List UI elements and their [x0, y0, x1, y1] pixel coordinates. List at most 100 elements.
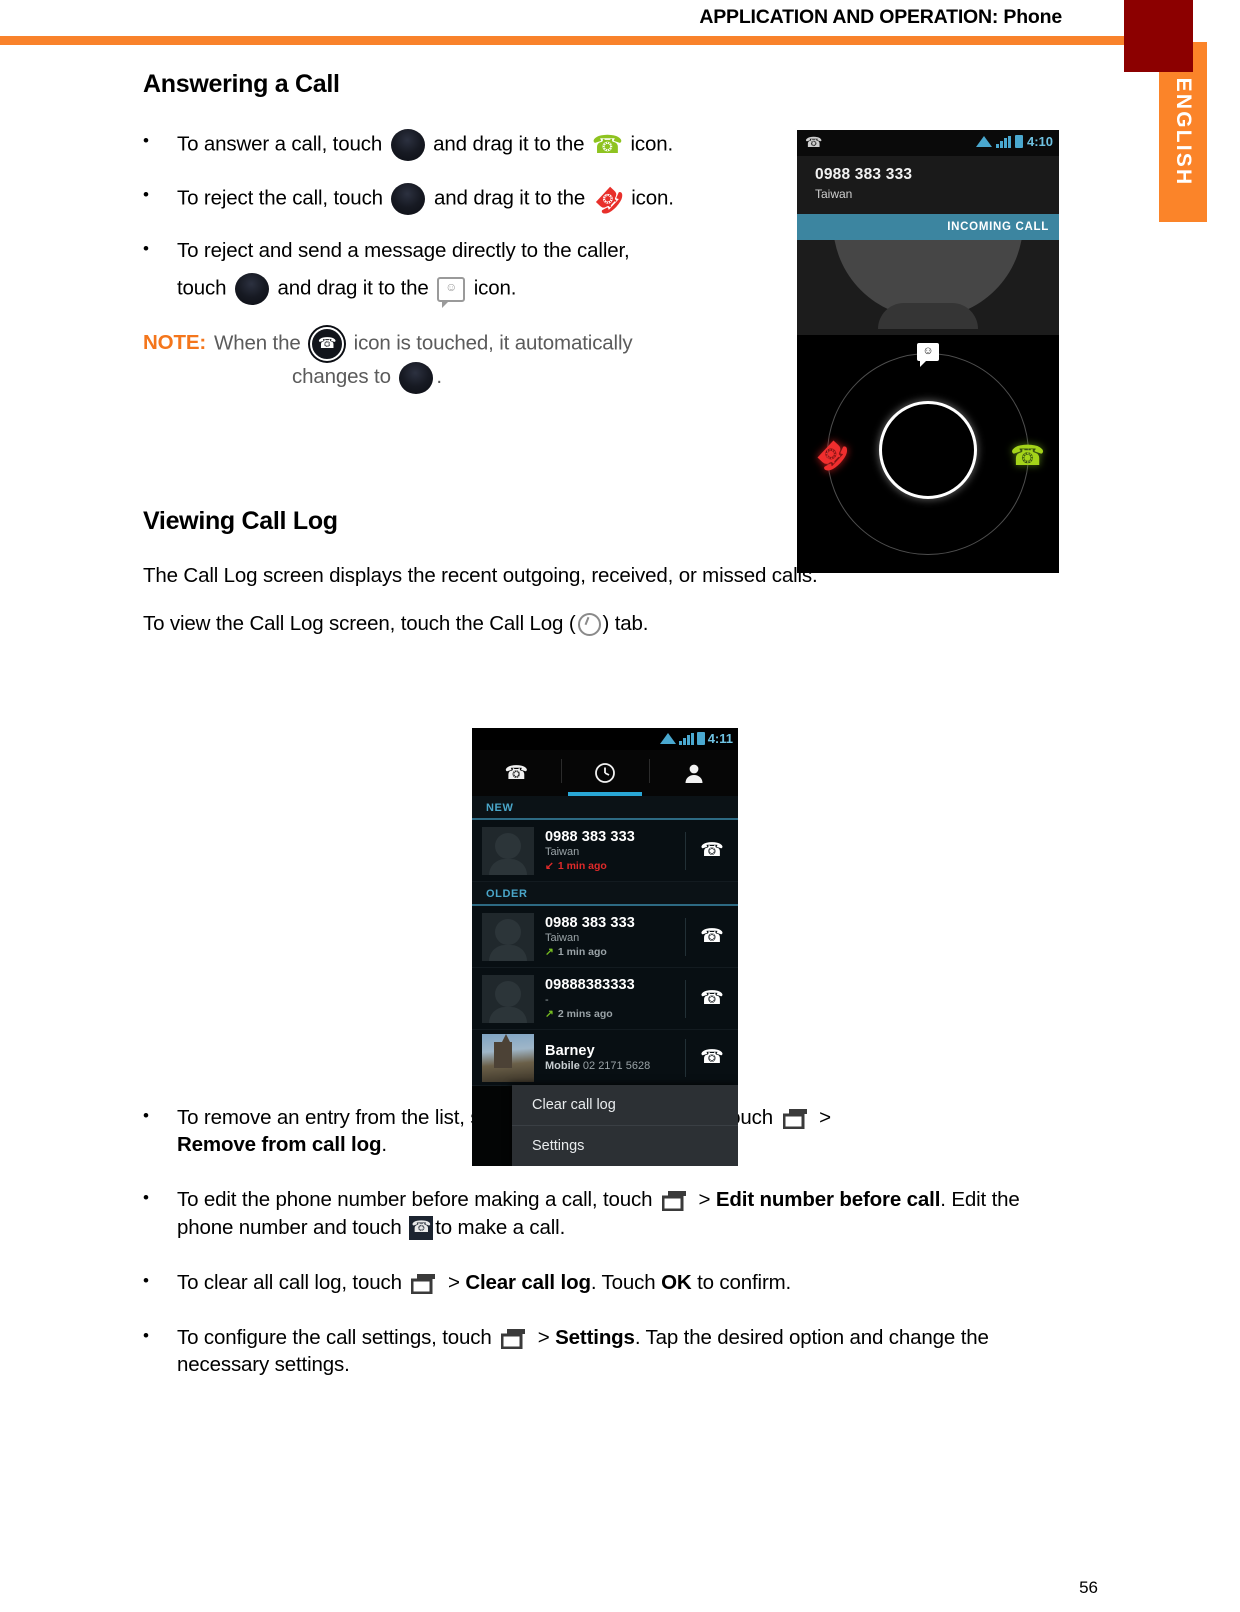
- call-log-tabbar: ☎: [472, 750, 738, 796]
- bullet-marker: •: [143, 1326, 149, 1346]
- table-row[interactable]: 09888383333 - ↗ 2 mins ago ☎: [472, 968, 738, 1030]
- status-bar-right: 4:11: [659, 731, 733, 746]
- status-bar: 4:11: [472, 728, 738, 750]
- list-item: • To edit the phone number before making…: [143, 1186, 1073, 1241]
- call-direction-outgoing-icon: ↗: [545, 946, 554, 958]
- call-entry-meta: 0988 383 333 Taiwan ↗ 1 min ago: [534, 915, 685, 958]
- menu-overflow-icon: [501, 1329, 526, 1350]
- bullet-text-part: to make a call.: [435, 1215, 566, 1239]
- call-entry-sub: -: [545, 994, 549, 1006]
- clock-time: 4:10: [1026, 134, 1053, 149]
- call-entry-timestamp: 2 mins ago: [557, 1008, 613, 1020]
- bullet-text-part: To configure the call settings, touch: [177, 1326, 492, 1350]
- bullet-text-part: touch: [177, 276, 227, 300]
- battery-icon: [1014, 135, 1023, 148]
- call-answer-dial[interactable]: ☺ ☎ ☎: [797, 335, 1059, 573]
- call-back-button[interactable]: ☎: [685, 917, 738, 956]
- tab-contacts[interactable]: [649, 750, 738, 796]
- tab-call-log[interactable]: [560, 750, 650, 796]
- call-log-group-header: NEW: [472, 796, 738, 820]
- bullet-marker: •: [143, 1105, 149, 1125]
- phone-hangup-red-icon: ☎: [587, 178, 630, 221]
- phone-icon: ☎: [805, 134, 823, 150]
- drag-handle-icon: [399, 361, 434, 394]
- menu-overflow-icon: [411, 1273, 436, 1294]
- menu-item-settings[interactable]: Settings: [512, 1126, 738, 1166]
- drag-handle-icon: [390, 129, 425, 161]
- table-row[interactable]: 0988 383 333 Taiwan ↙ 1 min ago ☎: [472, 820, 738, 882]
- bullet-marker: •: [143, 239, 149, 258]
- call-entry-timestamp: 1 min ago: [557, 946, 607, 958]
- call-entry-meta: 09888383333 - ↗ 2 mins ago: [534, 977, 685, 1020]
- tab-dialer[interactable]: ☎: [472, 750, 561, 796]
- bullet-text-part: . Touch: [590, 1270, 656, 1294]
- bullet-text-part: to confirm.: [697, 1270, 792, 1294]
- bullet-text-part: .: [381, 1133, 387, 1157]
- drag-handle-icon[interactable]: [879, 401, 977, 499]
- bullet-marker: •: [143, 131, 149, 150]
- wifi-icon: [659, 733, 676, 744]
- avatar: [482, 1033, 534, 1082]
- page-header: APPLICATION AND OPERATION: Phone: [0, 0, 1240, 46]
- table-row[interactable]: Barney Mobile 02 2171 5628 ☎: [472, 1030, 738, 1086]
- phone-dark-icon: ☎: [409, 1216, 434, 1241]
- avatar-body: [878, 303, 978, 329]
- menu-item-clear-call-log[interactable]: Clear call log: [512, 1085, 738, 1126]
- phone-green-icon[interactable]: ☎: [1010, 439, 1045, 472]
- call-entry-meta: Barney Mobile 02 2171 5628: [534, 1043, 685, 1072]
- signal-bars-icon: [995, 135, 1011, 148]
- phone-circle-icon: ☎: [310, 327, 345, 362]
- call-entry-sub: Taiwan: [545, 932, 580, 944]
- phone-icon: ☎: [504, 762, 529, 784]
- note-label: NOTE:: [143, 331, 207, 355]
- call-entry-name: 0988 383 333: [545, 829, 635, 845]
- menu-overflow-icon: [782, 1108, 807, 1129]
- bullet-bold-term: Settings: [555, 1326, 635, 1350]
- phone-green-icon: ☎: [591, 130, 623, 159]
- call-back-button[interactable]: ☎: [685, 979, 738, 1018]
- phone-icon: ☎: [700, 1046, 724, 1068]
- status-bar-right: 4:10: [975, 134, 1053, 149]
- clock-icon: [577, 612, 601, 636]
- note-text: When the ☎ icon is touched, it automatic…: [214, 327, 633, 394]
- call-entry-timestamp: 1 min ago: [557, 860, 607, 872]
- call-entry-meta: 0988 383 333 Taiwan ↙ 1 min ago: [534, 829, 685, 872]
- caller-info: 0988 383 333 Taiwan: [797, 156, 1059, 214]
- message-bubble-icon[interactable]: ☺: [917, 343, 939, 367]
- call-log-group-header: OLDER: [472, 882, 738, 906]
- bullet-marker: •: [143, 185, 149, 204]
- viewing-paragraph-2: To view the Call Log screen, touch the C…: [143, 612, 1073, 636]
- paragraph-text-part: ) tab.: [602, 611, 649, 635]
- bullet-text-part: To reject the call, touch: [177, 186, 383, 210]
- list-item-text: To clear all call log, touch > Clear cal…: [177, 1269, 1073, 1296]
- bullet-bold-term: Clear call log: [465, 1270, 591, 1294]
- phone-icon: ☎: [700, 987, 724, 1009]
- call-entry-time: ↙ 1 min ago: [545, 860, 685, 872]
- bullet-text-part: and drag it to the: [433, 132, 585, 156]
- bullet-separator: >: [698, 1188, 711, 1212]
- call-back-button[interactable]: ☎: [685, 1038, 738, 1077]
- contacts-icon: [685, 764, 703, 783]
- note-text-part: .: [436, 365, 442, 389]
- list-item: • To clear all call log, touch > Clear c…: [143, 1269, 1073, 1296]
- context-menu: Clear call log Settings: [512, 1085, 738, 1166]
- bullet-bold-term: Remove from call log: [177, 1133, 382, 1157]
- list-item-text: To edit the phone number before making a…: [177, 1186, 1073, 1241]
- call-entry-sub-value: 02 2171 5628: [579, 1060, 651, 1072]
- table-row[interactable]: 0988 383 333 Taiwan ↗ 1 min ago ☎: [472, 906, 738, 968]
- clock-icon: [595, 763, 615, 783]
- call-entry-sub: Mobile 02 2171 5628: [545, 1060, 685, 1072]
- call-back-button[interactable]: ☎: [685, 831, 738, 870]
- call-entry-name: Barney: [545, 1043, 595, 1059]
- section-heading-answering-a-call: Answering a Call: [143, 70, 340, 98]
- page-title: APPLICATION AND OPERATION: Phone: [699, 6, 1062, 28]
- corner-accent-square: [1124, 0, 1193, 72]
- incoming-call-screenshot: ☎ 4:10 0988 383 333 Taiwan INCOMING CALL…: [797, 130, 1059, 573]
- bullet-text-part: and drag it to the: [277, 276, 429, 300]
- list-item: • To configure the call settings, touch …: [143, 1324, 1073, 1379]
- caller-number: 0988 383 333: [815, 166, 913, 183]
- bullet-text-part: icon.: [630, 132, 673, 156]
- bullet-text-part: To clear all call log, touch: [177, 1270, 402, 1294]
- bullet-marker: •: [143, 1188, 149, 1208]
- message-bubble-icon: ☺: [437, 276, 466, 308]
